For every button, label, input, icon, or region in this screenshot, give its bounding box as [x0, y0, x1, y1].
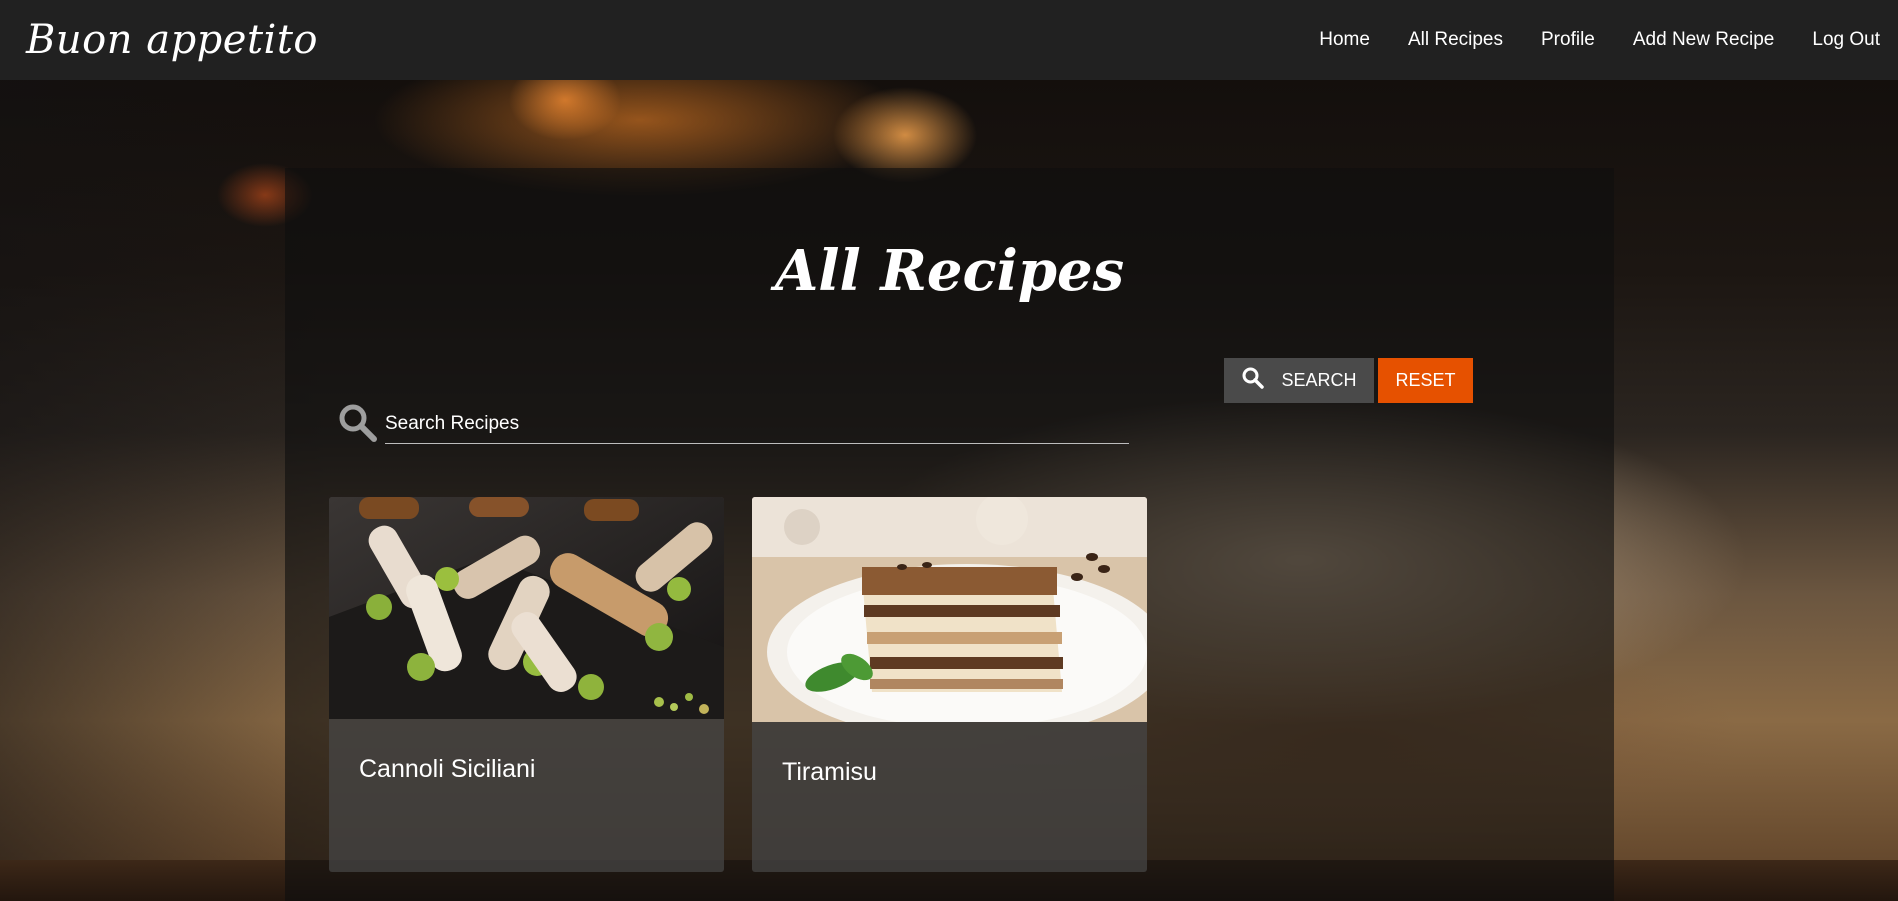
search-button-label: SEARCH	[1281, 370, 1357, 390]
nav-link-all-recipes[interactable]: All Recipes	[1408, 29, 1503, 51]
background-shadow	[0, 80, 330, 900]
brand-logo[interactable]: Buon appetito	[26, 17, 318, 63]
search-bar	[337, 384, 1147, 454]
page-title: All Recipes	[774, 238, 1125, 304]
recipe-title: Tiramisu	[782, 758, 877, 786]
cannoli-photo	[329, 497, 724, 719]
nav-link-log-out[interactable]: Log Out	[1812, 29, 1880, 51]
nav-link-profile[interactable]: Profile	[1541, 29, 1595, 51]
navbar: Buon appetito Home All Recipes Profile A…	[0, 0, 1898, 80]
search-button-icon	[1241, 366, 1265, 395]
recipe-title: Cannoli Siciliani	[359, 755, 536, 783]
nav-link-home[interactable]: Home	[1319, 29, 1370, 51]
search-input[interactable]	[385, 404, 1129, 444]
search-icon	[337, 402, 379, 444]
nav-links: Home All Recipes Profile Add New Recipe …	[1319, 29, 1880, 51]
search-button[interactable]: SEARCH	[1224, 358, 1374, 403]
nav-link-add-new-recipe[interactable]: Add New Recipe	[1633, 29, 1775, 51]
recipe-card-cannoli[interactable]: Cannoli Siciliani	[329, 497, 724, 872]
reset-button[interactable]: RESET	[1378, 358, 1473, 403]
recipes-panel: All Recipes SEARCH RESET	[285, 168, 1614, 901]
recipe-card-tiramisu[interactable]: Tiramisu	[752, 497, 1147, 872]
tiramisu-photo	[752, 497, 1147, 722]
